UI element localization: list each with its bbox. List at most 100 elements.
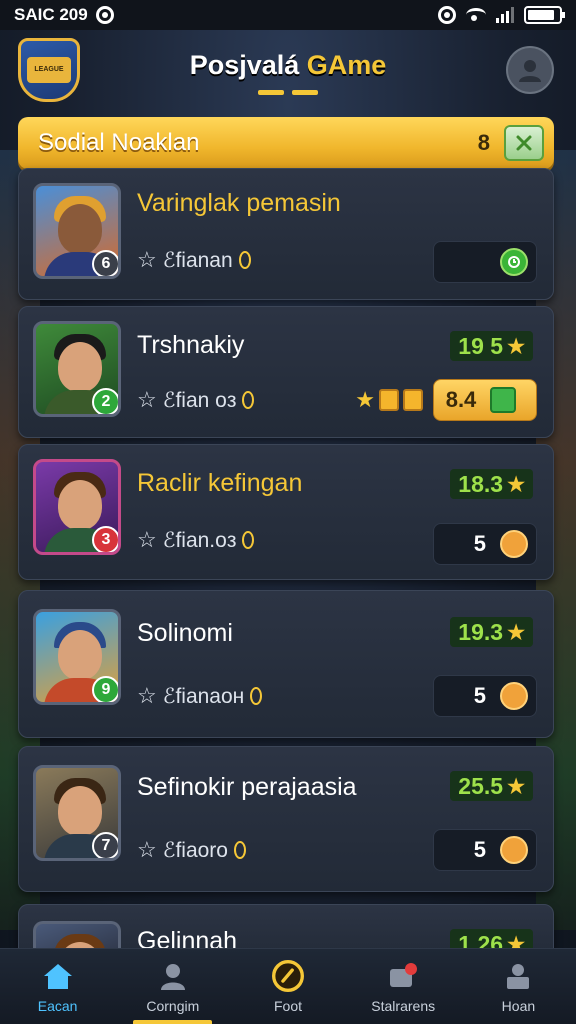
score-badge: 19.3 ★ <box>450 617 533 647</box>
player-avatar: 6 <box>33 183 121 279</box>
active-indicator <box>133 1020 213 1024</box>
user-icon <box>519 60 541 82</box>
profile-icon <box>502 960 534 992</box>
nav-item-home[interactable]: Eacan <box>0 949 115 1024</box>
score-value: 18.3 <box>458 470 504 497</box>
coin-icon <box>238 251 251 269</box>
pumpkin-icon <box>500 836 528 864</box>
status-time: SAIC 209 <box>14 5 88 24</box>
battery-icon <box>524 6 565 24</box>
user-icon <box>157 960 189 992</box>
title-underline <box>258 90 318 95</box>
player-meta: ☆ ℰfian oз <box>137 387 255 413</box>
action-button[interactable]: 5 <box>433 675 537 717</box>
coin-icon <box>242 391 255 409</box>
chest-icon <box>403 389 423 411</box>
title-part-2: GAme <box>306 50 387 80</box>
list-item[interactable]: 2 Trshnakiy ☆ ℰfian oз 19 5 ★ ★ 8.4 <box>18 306 554 438</box>
pumpkin-icon <box>500 682 528 710</box>
action-button[interactable] <box>433 241 537 283</box>
nav-label: Eacan <box>37 997 78 1014</box>
chest-icon <box>379 389 399 411</box>
player-meta: ☆ ℰfianaoн <box>137 683 263 709</box>
status-bar: SAIC 209 <box>0 0 576 30</box>
level-badge: 2 <box>92 388 118 414</box>
player-meta-text: ℰfianaoн <box>162 684 245 708</box>
score-badge: 25.5 ★ <box>450 771 533 801</box>
action-value: 5 <box>473 837 486 862</box>
star-icon: ★ <box>507 621 525 644</box>
player-meta-text: ℰfian oз <box>162 388 237 412</box>
star-outline-icon: ☆ <box>137 527 157 552</box>
player-meta: ☆ ℰfian.oз <box>137 527 255 553</box>
score-value: 19.3 <box>458 618 504 645</box>
player-name: Sefinokir perajaasia <box>137 773 357 801</box>
level-badge: 9 <box>92 676 118 702</box>
reward-badges: ★ <box>355 387 423 413</box>
nav-label: Stalrarens <box>371 997 436 1014</box>
title-part-1: Posjvalá <box>189 50 307 80</box>
list-item[interactable]: 3 Raclir kefingan ☆ ℰfian.oз 18.3 ★ 5 <box>18 444 554 580</box>
coin-icon <box>233 841 246 859</box>
score-badge: 18.3 ★ <box>450 469 533 499</box>
player-avatar: 7 <box>33 765 121 861</box>
nav-item-community[interactable]: Corngim <box>115 949 230 1024</box>
level-badge: 6 <box>92 250 118 276</box>
star-outline-icon: ☆ <box>137 837 157 862</box>
ball-icon <box>272 959 304 992</box>
app-header: LEAGUE Posjvalá GAme <box>0 32 576 112</box>
list-item[interactable]: 9 Solinomi ☆ ℰfianaoн 19.3 ★ 5 <box>18 590 554 738</box>
page-title: Posjvalá GAme <box>0 50 576 81</box>
cube-icon <box>490 387 517 413</box>
star-outline-icon: ☆ <box>137 683 157 708</box>
record-icon <box>95 6 114 24</box>
action-value: 5 <box>473 531 486 556</box>
nav-item-profile[interactable]: Hoan <box>461 949 576 1024</box>
alarm-icon <box>438 6 456 24</box>
player-avatar: 2 <box>33 321 121 417</box>
player-name: Raclir kefingan <box>137 469 303 497</box>
nav-label: Corngim <box>146 997 200 1014</box>
signal-icon <box>496 7 514 23</box>
notification-icon <box>387 960 419 992</box>
player-avatar: 9 <box>33 609 121 705</box>
player-meta-text: ℰfiaoro <box>162 838 228 862</box>
coin-icon <box>242 531 255 549</box>
player-meta-text: ℰfianan <box>162 248 233 272</box>
nav-item-foot[interactable]: Foot <box>230 949 345 1024</box>
profile-button[interactable] <box>506 46 554 94</box>
level-badge: 3 <box>92 526 118 552</box>
action-button[interactable]: 5 <box>433 829 537 871</box>
pumpkin-icon <box>500 530 528 558</box>
wifi-icon <box>466 8 486 22</box>
player-avatar: 3 <box>33 459 121 555</box>
banner-count: 8 <box>477 130 490 155</box>
action-button[interactable]: 5 <box>433 523 537 565</box>
close-button[interactable] <box>504 125 544 161</box>
list-item[interactable]: 7 Sefinokir perajaasia ☆ ℰfiaoro 25.5 ★ 5 <box>18 746 554 892</box>
score-value: 19 5 <box>458 332 504 359</box>
home-icon <box>42 960 74 992</box>
player-name: Trshnakiy <box>137 331 245 359</box>
star-icon: ★ <box>507 335 525 358</box>
star-icon: ★ <box>355 387 375 412</box>
level-badge: 7 <box>92 832 118 858</box>
score-value: 25.5 <box>458 772 504 799</box>
banner-title: Sodial Noaklan <box>38 129 200 156</box>
nav-label: Foot <box>274 997 303 1014</box>
star-outline-icon: ☆ <box>137 247 157 272</box>
player-meta: ☆ ℰfiaoro <box>137 837 246 863</box>
nav-label: Hoan <box>501 997 536 1014</box>
nav-item-notifications[interactable]: Stalrarens <box>346 949 461 1024</box>
action-value: 5 <box>473 683 486 708</box>
player-meta: ☆ ℰfianan <box>137 247 251 273</box>
action-button[interactable]: 8.4 <box>433 379 537 421</box>
list-item[interactable]: 6 Varinglak pemasin ☆ ℰfianan <box>18 168 554 300</box>
star-icon: ★ <box>507 775 525 798</box>
score-badge: 19 5 ★ <box>450 331 533 361</box>
section-banner: Sodial Noaklan 8 <box>18 117 554 169</box>
star-outline-icon: ☆ <box>137 387 157 412</box>
action-value: 8.4 <box>445 387 477 412</box>
player-meta-text: ℰfian.oз <box>162 528 237 552</box>
close-icon <box>516 135 532 151</box>
